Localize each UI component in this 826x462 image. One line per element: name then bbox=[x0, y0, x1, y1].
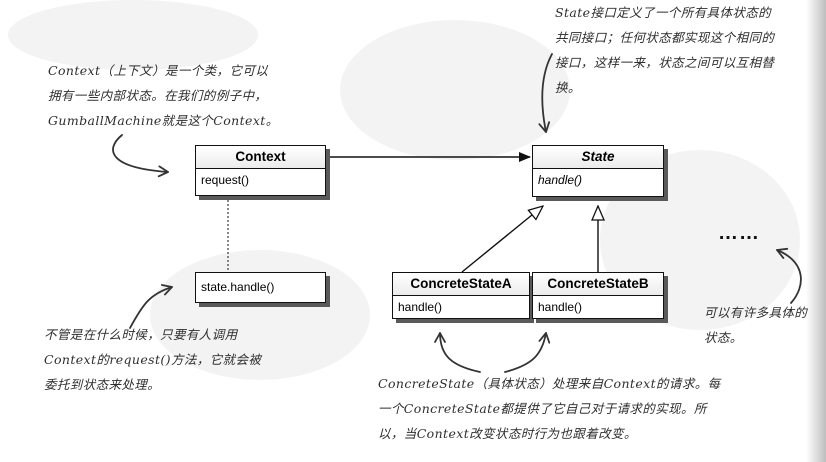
hand-arrow-state bbox=[538, 53, 553, 133]
state-annotation: State接口定义了一个所有具体状态的 共同接口；任何状态都实现这个相同的 接口… bbox=[555, 5, 775, 95]
hand-arrow-concrete-b bbox=[504, 332, 551, 373]
state-interface-box: State handle() bbox=[532, 145, 664, 197]
context-class-box: Context request() bbox=[195, 145, 326, 196]
context-annotation: Context（上下文）是一个类，它可以 拥有一些内部状态。在我们的例子中， G… bbox=[48, 63, 279, 128]
more-states-ellipsis: …… bbox=[718, 222, 760, 244]
handle-call-text: state.handle() bbox=[201, 280, 275, 294]
request-annotation: 不管是在什么时候，只要有人调用 Context的request()方法，它就会被… bbox=[44, 327, 262, 392]
concrete-state-b-handle: handle() bbox=[538, 300, 583, 314]
state-interface-name: State bbox=[533, 146, 663, 169]
concrete-state-b-name: ConcreteStateB bbox=[533, 273, 663, 296]
many-states-annotation: 可以有许多具体的 状态。 bbox=[704, 305, 808, 345]
hand-arrow-many bbox=[776, 247, 802, 304]
concrete-state-a-handle: handle() bbox=[398, 300, 443, 314]
concrete-state-annotation: ConcreteState（具体状态）处理来自Context的请求。每 一个Co… bbox=[378, 376, 721, 441]
hand-arrow-context bbox=[112, 134, 169, 178]
realization-arrow-a bbox=[461, 206, 543, 273]
concrete-state-b-box: ConcreteStateB handle() bbox=[532, 272, 664, 319]
handle-call-note: state.handle() bbox=[195, 272, 326, 303]
context-request-operation: request() bbox=[201, 173, 250, 187]
concrete-state-a-box: ConcreteStateA handle() bbox=[392, 272, 530, 319]
context-class-name: Context bbox=[196, 146, 325, 169]
concrete-state-a-name: ConcreteStateA bbox=[393, 273, 529, 296]
hand-arrow-concrete-a bbox=[434, 332, 481, 373]
state-pattern-diagram: Context request() State handle() state.h… bbox=[0, 0, 826, 462]
state-handle-operation: handle() bbox=[538, 173, 583, 187]
